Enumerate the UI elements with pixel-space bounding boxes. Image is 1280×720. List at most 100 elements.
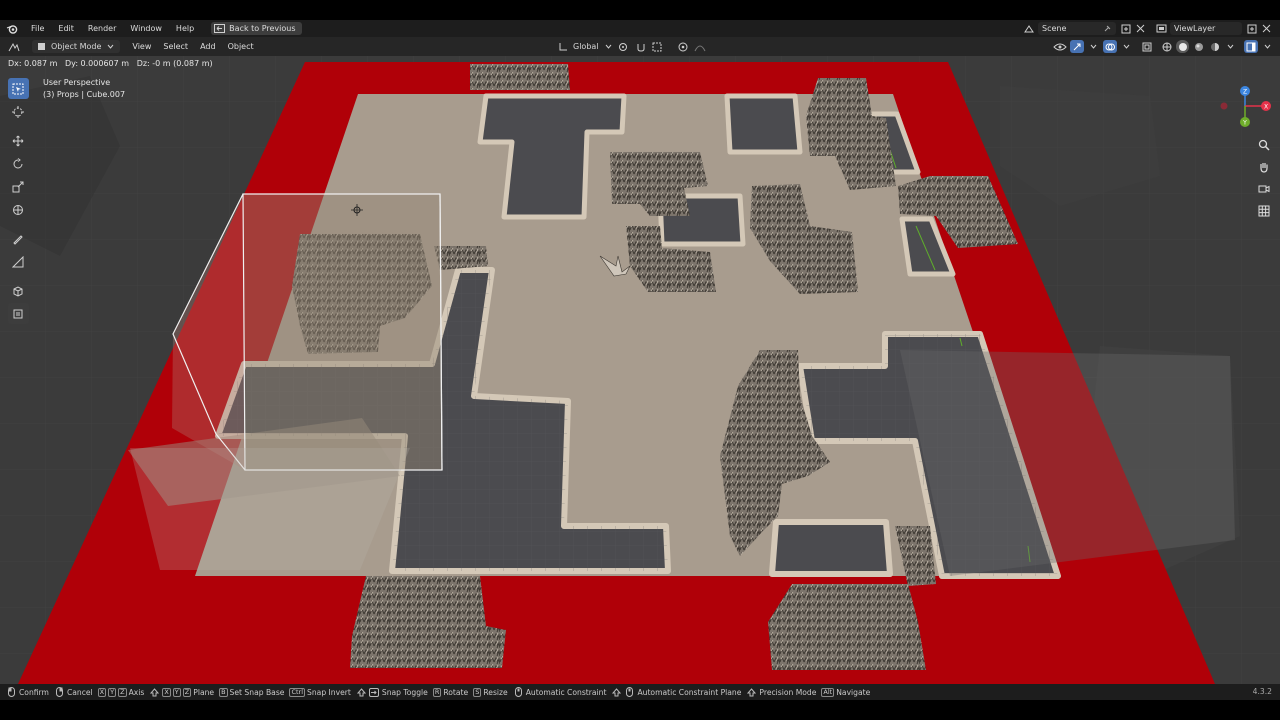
version-label: 4.3.2 [1252,687,1272,696]
select-box-tool-icon[interactable] [7,78,29,99]
annotate-tool-icon[interactable] [8,228,29,249]
menu-view[interactable]: View [126,42,157,51]
remove-scene-icon[interactable] [1135,23,1146,34]
viewlayer-selector[interactable]: ViewLayer [1170,22,1242,35]
mouse-middle-plane-icon [624,687,635,698]
overlays-chevron-icon[interactable] [1120,40,1133,53]
menu-window[interactable]: Window [123,20,169,37]
scene-selector[interactable]: Scene [1038,22,1116,35]
scene-icon [1023,23,1034,34]
menu-edit[interactable]: Edit [51,20,81,37]
top-right-fields: Scene ViewLayer [1023,20,1280,37]
xray-toggle-icon[interactable] [1140,40,1153,53]
tab-key-icon [369,687,380,698]
menu-help[interactable]: Help [169,20,201,37]
shift-key-icon [356,687,367,698]
snap-toggle-icon[interactable] [635,40,648,53]
viewlayer-label: ViewLayer [1174,24,1216,33]
zoom-icon[interactable] [1255,136,1273,154]
menu-file[interactable]: File [24,20,51,37]
cursor-tool-icon[interactable] [8,101,29,122]
ortho-grid-icon[interactable] [1255,202,1273,220]
transform-tool-icon[interactable] [8,199,29,220]
viewport-display-controls [1053,40,1274,53]
screen-back-icon [214,23,226,34]
visibility-icon[interactable] [1053,40,1067,53]
shift-modifier-icon [611,687,622,698]
pin-icon [1101,23,1112,34]
scene-render: Z X Y [0,56,1280,684]
blender-logo-icon[interactable] [0,20,24,37]
top-menu-bar: File Edit Render Window Help Back to Pre… [0,20,1280,37]
mouse-left-icon [6,687,17,698]
plane-hint: X Y Z Plane [149,687,214,698]
cancel-hint: Cancel [54,687,93,698]
object-mode-icon [36,41,47,52]
status-bar: Confirm Cancel X Y Z Axis X Y Z Plane B … [0,684,1280,700]
mouse-middle-icon [513,687,524,698]
add-cube-tool-icon[interactable] [8,280,29,301]
viewport-info: User Perspective (3) Props | Cube.007 [43,77,125,101]
tool-shelf [7,78,29,324]
falloff-icon[interactable] [694,40,707,53]
mouse-right-icon [54,687,65,698]
transform-settings: Global [556,40,707,53]
pan-hand-icon[interactable] [1255,158,1273,176]
overlays-toggle-icon[interactable] [1103,40,1117,53]
mode-label: Object Mode [51,42,102,51]
gizmo-toggle-icon[interactable] [1070,40,1084,53]
menu-object[interactable]: Object [222,42,260,51]
menu-add[interactable]: Add [194,42,222,51]
back-to-previous-label: Back to Previous [229,24,296,33]
shift-icon [149,687,160,698]
sidebar-chevron-icon[interactable] [1261,40,1274,53]
sidebar-toggle-icon[interactable] [1244,40,1258,53]
back-to-previous-button[interactable]: Back to Previous [211,22,302,35]
remove-viewlayer-icon[interactable] [1261,23,1272,34]
mode-selector[interactable]: Object Mode [32,40,121,53]
rendered-shading-icon[interactable] [1208,40,1221,53]
auto-constraint-plane-hint: Automatic Constraint Plane [611,687,741,698]
shading-chevron-icon[interactable] [1224,40,1237,53]
editor-type-icon[interactable] [8,40,22,53]
new-viewlayer-icon[interactable] [1246,23,1257,34]
precision-mode-hint: Precision Mode [746,687,816,698]
measure-tool-icon[interactable] [8,251,29,272]
snap-base-hint: B Set Snap Base [219,687,285,697]
gizmo-neg-x-axis[interactable] [1220,102,1228,110]
axis-hint: X Y Z Axis [97,687,145,697]
collection-object-label: (3) Props | Cube.007 [43,90,126,99]
orientation-icon [556,40,569,53]
chevron-down-icon [105,41,116,52]
navigation-buttons [1254,136,1274,220]
auto-constraint-hint: Automatic Constraint [513,687,606,698]
3d-viewport[interactable]: Z X Y Dx: 0.087 m Dy: 0.000607 m Dz: -0 … [0,56,1280,684]
transform-status-readout: Dx: 0.087 m Dy: 0.000607 m Dz: -0 m (0.0… [8,59,213,68]
rotate-tool-icon[interactable] [8,153,29,174]
solid-shading-icon[interactable] [1176,40,1189,53]
navigate-hint: Alt Navigate [821,687,871,697]
material-shading-icon[interactable] [1192,40,1205,53]
move-tool-icon[interactable] [8,130,29,151]
gizmo-z-label: Z [1243,89,1247,96]
letterbox-top [0,0,1280,20]
gizmo-chevron-icon[interactable] [1087,40,1100,53]
perspective-label: User Perspective [43,78,111,87]
orientation-label[interactable]: Global [573,42,599,51]
gizmo-y-label: Y [1242,120,1247,127]
extra-tool-icon[interactable] [7,303,29,324]
scale-tool-icon[interactable] [8,176,29,197]
scene-label: Scene [1042,24,1067,33]
pivot-point-icon[interactable] [618,40,631,53]
snap-target-icon[interactable] [652,40,665,53]
wireframe-shading-icon[interactable] [1160,40,1173,53]
snap-toggle-hint: Snap Toggle [356,687,428,698]
letterbox-bottom [0,700,1280,720]
proportional-edit-icon[interactable] [677,40,690,53]
menu-render[interactable]: Render [81,20,123,37]
snap-invert-hint: Ctrl Snap Invert [289,687,351,697]
new-scene-icon[interactable] [1120,23,1131,34]
viewlayer-icon [1156,23,1167,34]
camera-view-icon[interactable] [1255,180,1273,198]
menu-select[interactable]: Select [157,42,194,51]
